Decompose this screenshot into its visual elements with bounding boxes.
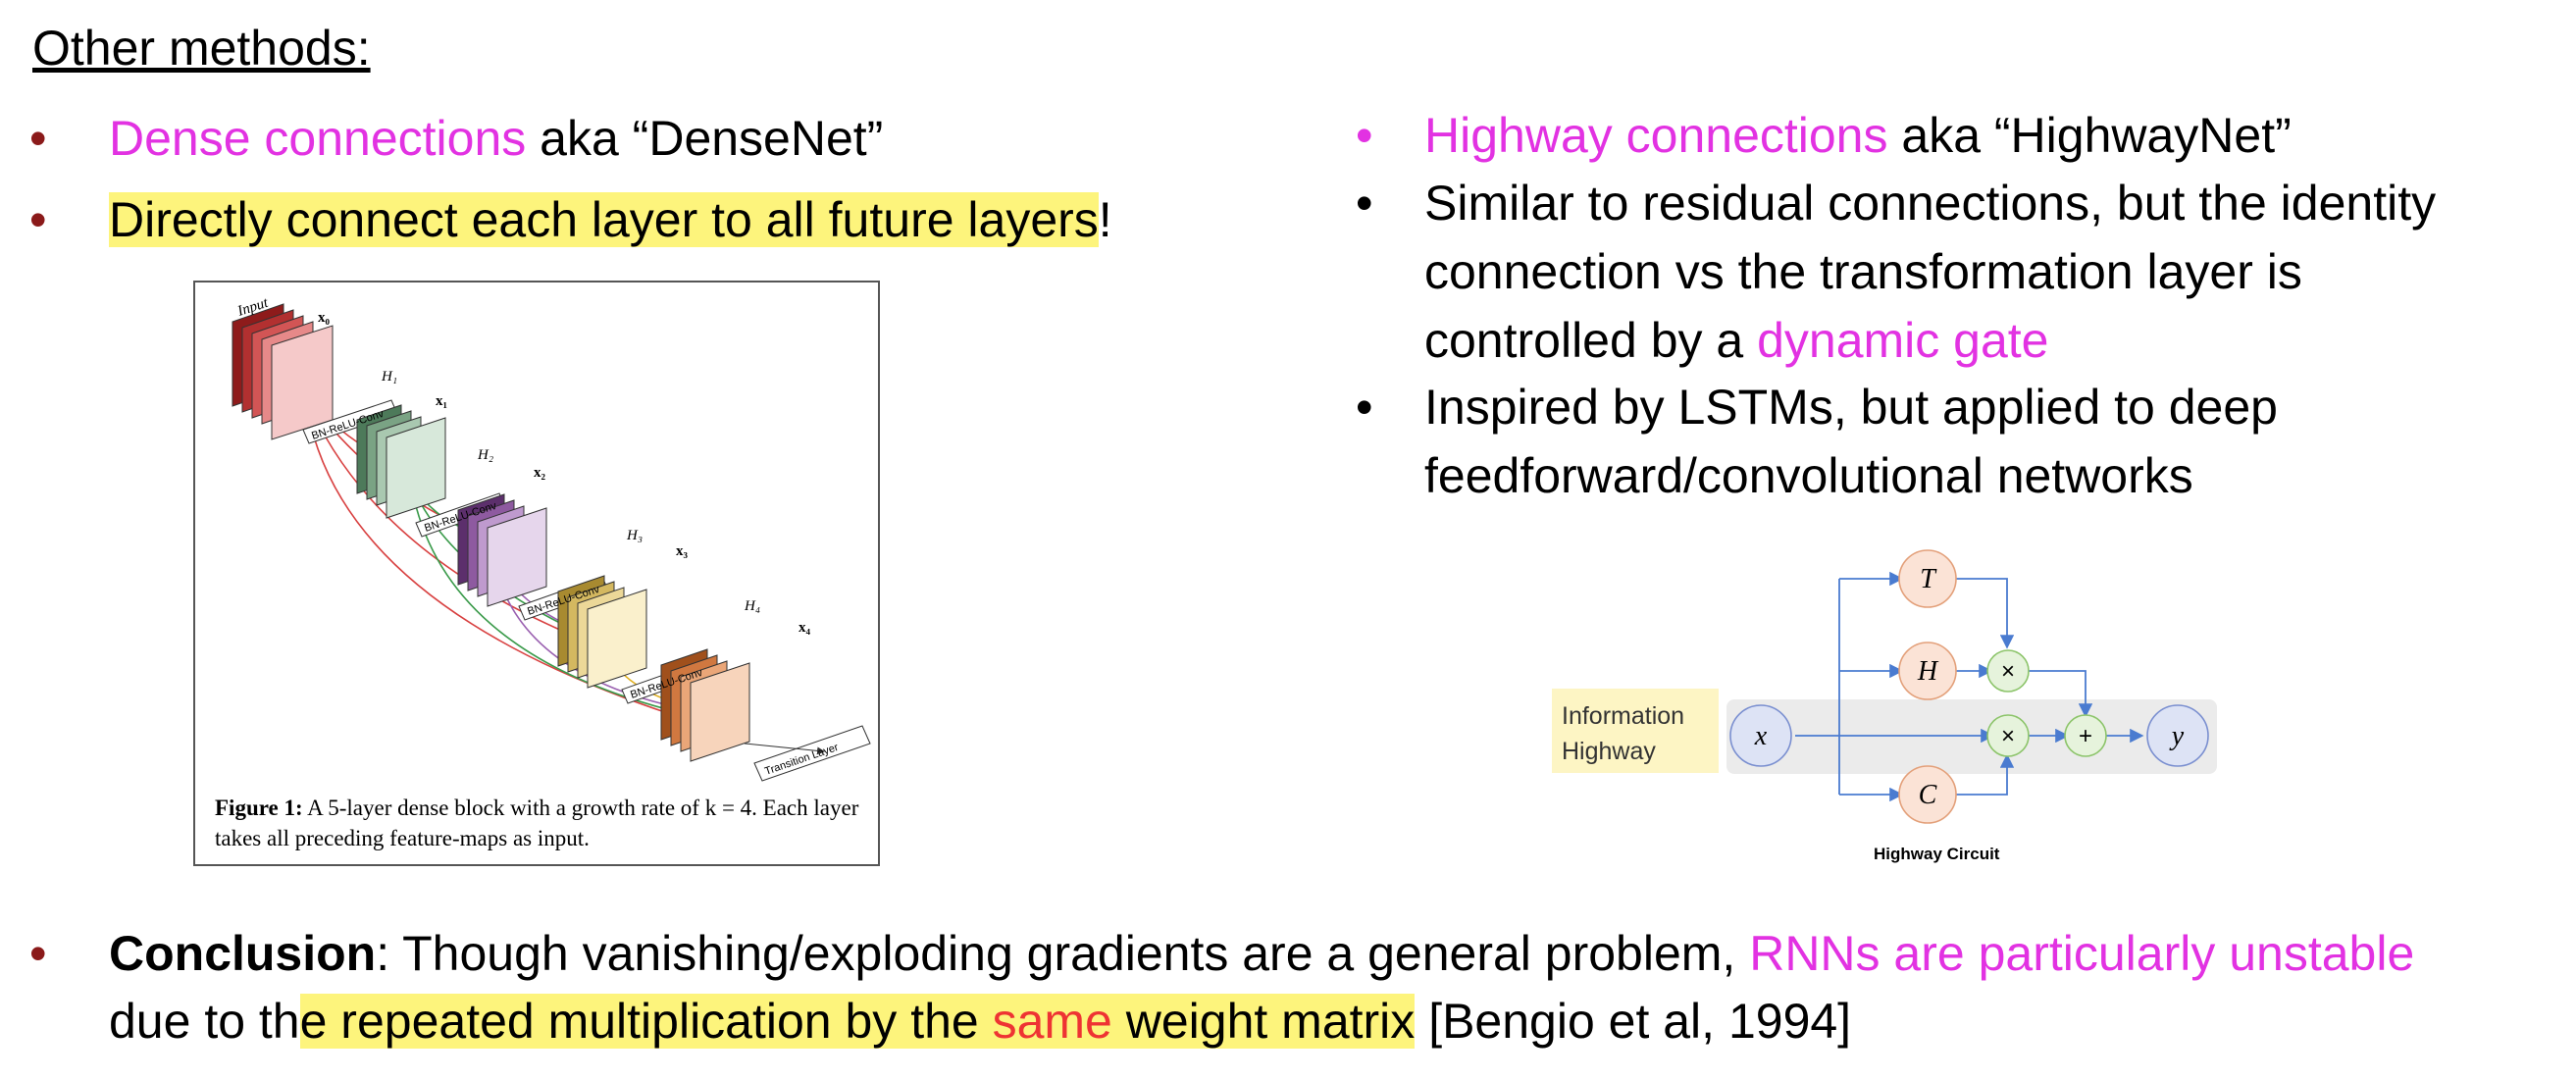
h-node: H [1917,656,1939,687]
residual-line-3-pre: controlled by a [1424,313,1758,368]
highwaynet-aka: aka “HighwayNet” [1887,108,2292,163]
t-node: T [1920,564,1937,594]
highlight-repeated: e repeated multiplication by the [299,994,993,1049]
conclusion-label: Conclusion [109,926,377,981]
dynamic-gate-term: dynamic gate [1757,313,2049,368]
x3-label: x₃ [676,543,689,559]
same-word: same [992,994,1112,1049]
highway-connections-term: Highway connections [1424,108,1888,163]
bullet-icon: • [29,192,47,247]
densenet-aka: aka “DenseNet” [526,111,884,166]
dense-connections-term: Dense connections [109,111,527,166]
slide-heading: Other methods: [32,21,371,76]
plus-node: + [2079,723,2092,749]
residual-line-2: connection vs the transformation layer i… [1424,244,2302,299]
highway-circuit-caption: Highway Circuit [1874,845,2000,863]
rnn-unstable-term: RNNs are particularly unstable [1749,926,2415,981]
bullet-icon: • [29,111,47,166]
lstm-line-2: feedforward/convolutional networks [1424,448,2193,503]
conclusion-line-1: Conclusion: Though vanishing/exploding g… [109,919,2414,988]
conclusion-text: : Though vanishing/exploding gradients a… [376,926,1750,981]
times-node-upper: × [2001,658,2015,685]
y-node: y [2169,721,2185,751]
caption-bold: Figure 1: [215,796,303,820]
highlighted-text: Directly connect each layer to all futur… [109,192,1099,247]
x-node: x [1754,721,1768,751]
residual-bullet: Similar to residual connections, but the… [1424,169,2436,375]
h2-label: H₂ [477,447,493,463]
caption-text: A 5-layer dense block with a growth rate… [215,796,859,850]
exclamation: ! [1098,192,1112,247]
x0-label: x₀ [318,310,331,326]
bullet-icon: • [29,926,47,981]
info-highway-label-1: Information [1562,702,1684,730]
conclusion-line-2-pre: due to th [109,994,300,1049]
citation: [Bengio et al, 1994] [1415,994,1852,1049]
densenet-figure: Input x₀ H₁ x₁ H₂ x₂ H₃ x₃ H₄ x₄ BN-ReLU… [193,281,880,866]
bullet-icon: • [1356,380,1373,435]
residual-line-3: controlled by a dynamic gate [1424,306,2436,375]
conclusion-line-2: due to the repeated multiplication by th… [109,987,1851,1055]
h3-label: H₃ [626,528,643,543]
c-node: C [1919,780,1937,810]
x4-label: x₄ [799,620,811,636]
h4-label: H₄ [744,598,760,614]
times-node-lower: × [2001,723,2015,749]
densenet-bullet: Dense connections aka “DenseNet” [109,104,883,173]
figure-caption: Figure 1: A 5-layer dense block with a g… [215,793,862,853]
highlight-weight-matrix: weight matrix [1111,994,1416,1049]
info-highway-label-2: Highway [1562,738,1656,765]
highway-circuit: Information Highway x T H C y × × + High… [1550,549,2237,873]
x1-label: x₁ [436,393,447,409]
densenet-diagram: Input x₀ H₁ x₁ H₂ x₂ H₃ x₃ H₄ x₄ BN-ReLU… [232,295,871,782]
bullet-icon: • [1356,176,1373,231]
residual-line-1: Similar to residual connections, but the… [1424,176,2437,231]
lstm-line-1: Inspired by LSTMs, but applied to deep [1424,380,2278,435]
h1-label: H₁ [381,369,397,385]
highwaynet-bullet: Highway connections aka “HighwayNet” [1424,101,2292,170]
highway-circuit-diagram: Information Highway x T H C y × × + High… [1552,549,2217,863]
dense-connect-bullet: Directly connect each layer to all futur… [109,185,1112,254]
lstm-bullet: Inspired by LSTMs, but applied to deep f… [1424,373,2278,510]
x2-label: x₂ [534,465,546,481]
bullet-icon: • [1356,108,1373,163]
